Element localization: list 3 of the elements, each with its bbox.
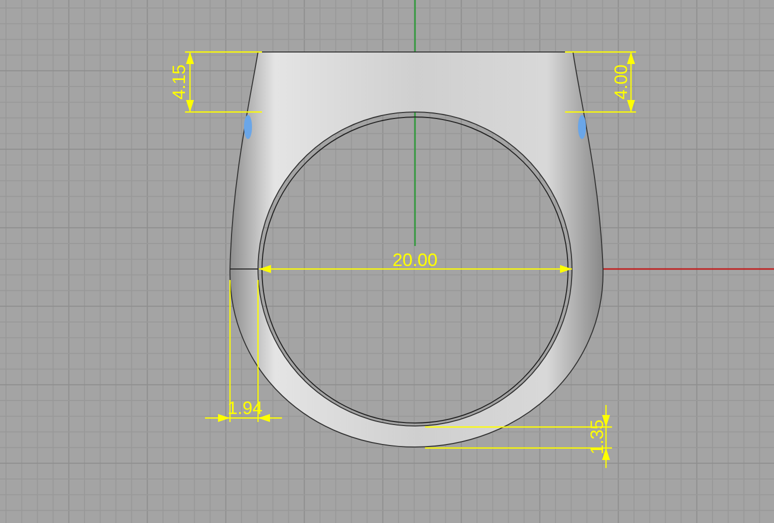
dimension-label: 20.00: [392, 250, 438, 270]
dimension-label: 4.00: [610, 64, 631, 100]
dimension-label: 4.15: [168, 64, 189, 100]
